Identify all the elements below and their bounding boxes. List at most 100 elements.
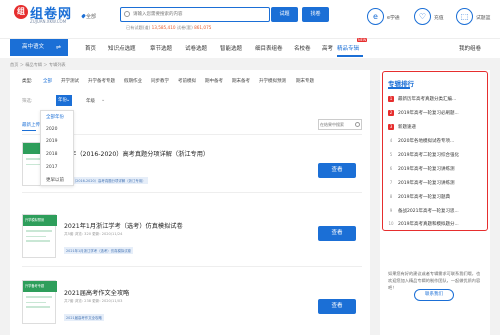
year-option-all[interactable]: 全部年份 (46, 114, 64, 120)
nav-spec-table[interactable]: 细目表组卷 (255, 44, 283, 52)
divider (22, 192, 362, 193)
divider (22, 266, 362, 267)
type-filter-mock[interactable]: 考前模拟 (178, 78, 196, 84)
nav-paper[interactable]: 试卷选题 (185, 44, 207, 52)
album-meta: 共5套 浏览: 320 更新: 2020/11/24 (64, 232, 123, 236)
type-filter-sync[interactable]: 同步教学 (151, 78, 169, 84)
grade-dropdown[interactable]: 年级 (86, 98, 95, 104)
year-option-2019[interactable]: 2019 (46, 139, 57, 144)
year-dropdown-menu (40, 110, 74, 186)
ranking-item[interactable]: 最新历年高考真题分类汇编... (398, 96, 456, 102)
album-title[interactable]: 2021年1月浙江学考（选考）仿真模拟试卷 (64, 221, 183, 230)
rank-number: 8 (389, 194, 393, 199)
ranking-item[interactable]: 2019年高考真题和模拟题分... (398, 221, 459, 227)
type-filter-final[interactable]: 期末备考 (232, 78, 250, 84)
site-stats: 已有试题(道) 13,585,410 试卷(套) 861,075 (126, 25, 211, 31)
rank-number: 1 (388, 96, 394, 102)
view-album-button[interactable]: 查看 (318, 226, 356, 241)
breadcrumb[interactable]: 首页 ＞ 精品专辑 ＞ 专辑列表 (10, 62, 66, 68)
ranking-item[interactable]: 2019年高考一轮复习必刷题... (398, 110, 459, 116)
nav-famous-school[interactable]: 名校卷 (294, 44, 311, 52)
sort-latest[interactable]: 最新上传 (22, 122, 40, 128)
recharge-link[interactable]: 充值 (434, 14, 444, 21)
year-option-2020[interactable]: 2020 (46, 127, 57, 132)
cover-line (26, 301, 46, 303)
type-filter-holiday[interactable]: 假期作业 (124, 78, 142, 84)
album-tag[interactable]: 2021届高考作文全攻略 (64, 314, 104, 321)
album-tag[interactable]: 五年（2016-2020）高考真题分项详解（浙江专用） (64, 177, 148, 184)
nav-active-indicator (337, 55, 363, 57)
nav-chapter[interactable]: 章节选题 (150, 44, 172, 52)
main-nav (0, 38, 500, 58)
logo-icon[interactable]: 组 (14, 5, 28, 19)
ranking-item[interactable]: 2019年高考二轮复习综合强化 (398, 152, 459, 158)
ranking-item[interactable]: 2019年高考一轮复习讲练测 (398, 180, 454, 186)
album-cover[interactable]: 升学模拟预测 (22, 214, 57, 258)
type-filter-all[interactable]: 全部 (43, 78, 52, 84)
cover-line (26, 230, 52, 232)
album-cover-band: 升学模拟预测 (23, 215, 57, 226)
sidebar-note: 如果您有好的建议或者专辑需求可联系我们哦，也欢迎您加入精品专辑的制作团队，一起做… (388, 271, 481, 290)
album-meta: 共7套 浏览: 238 更新: 2020/11/03 (64, 299, 123, 303)
ranking-title-underline (388, 87, 410, 89)
nav-my-papers[interactable]: 我的组卷 (459, 44, 481, 52)
nav-knowledge[interactable]: 知识点选题 (108, 44, 136, 52)
album-title[interactable]: 五年（2016-2020）高考真题分项详解（浙江专用） (64, 149, 209, 158)
ranking-item[interactable]: 2020年各地模拟试卷专项... (398, 138, 454, 144)
search-icon[interactable] (355, 122, 360, 127)
type-filter-exam-prep[interactable]: 升学备考专题 (88, 78, 115, 84)
rank-number: 10 (388, 221, 394, 226)
stats-questions: 13,585,410 (151, 25, 176, 30)
filter-label: 筛选: (22, 99, 33, 104)
contact-us-button[interactable]: 联系我们 (414, 289, 454, 301)
album-title[interactable]: 2021届高考作文全攻略 (64, 288, 129, 297)
basket-icon[interactable]: ⬚ (456, 8, 473, 25)
ranking-item[interactable]: 备战2021年高考一轮复习思... (398, 208, 459, 214)
e-learning-icon[interactable]: e (367, 8, 384, 25)
ranking-item[interactable]: 新题速递 (398, 124, 416, 130)
view-album-button[interactable]: 查看 (318, 163, 356, 178)
year-option-2017[interactable]: 2017 (46, 165, 57, 170)
basket-link[interactable]: 试题篮 (476, 14, 490, 21)
ranking-item[interactable]: 2019年高考一轮复习题典 (398, 194, 450, 200)
nav-smart[interactable]: 智能选题 (220, 44, 242, 52)
logo-subtitle: ZUJUAN.XKW.COM (30, 19, 67, 24)
nav-gaokao[interactable]: 高考 (322, 44, 333, 52)
find-papers-button[interactable]: 找卷 (302, 7, 329, 22)
chevron-down-icon[interactable]: ⌄ (66, 95, 70, 106)
album-cover-band: 升学备考专题 (23, 281, 57, 292)
chevron-down-icon[interactable]: ⌄ (101, 97, 105, 103)
rank-number: 5 (389, 152, 393, 157)
rank-number: 7 (389, 180, 393, 185)
e-learning-link[interactable]: e学通 (387, 14, 400, 21)
sort-active-indicator (22, 130, 36, 131)
album-cover[interactable]: 升学备考专题 (22, 280, 57, 324)
type-filter-final-topic[interactable]: 期末专题 (296, 78, 314, 84)
nav-premium-albums[interactable]: 精品专辑 (337, 44, 359, 52)
stats-prefix: 已有试题(道) (126, 25, 151, 30)
type-filter-opening[interactable]: 开学测试 (61, 78, 79, 84)
album-tag[interactable]: 2021年1月浙江学考（选考）仿真模拟试卷 (64, 247, 134, 254)
search-questions-button[interactable]: 试题 (271, 7, 298, 22)
type-filter-label: 类型: (22, 79, 33, 84)
year-option-earlier[interactable]: 更早以前 (46, 177, 64, 183)
type-filter-midterm[interactable]: 期中备考 (205, 78, 223, 84)
search-icon (124, 11, 130, 17)
ranking-highlight-box (382, 71, 488, 231)
switch-icon[interactable]: ⇌ (56, 39, 61, 56)
stats-mid: 试卷(套) (176, 25, 193, 30)
new-badge: NEW (357, 38, 368, 42)
search-input[interactable] (133, 8, 263, 20)
rank-number: 3 (388, 124, 394, 130)
result-search-input[interactable] (320, 120, 352, 129)
cover-line (26, 296, 52, 298)
region-selector[interactable]: 全部 (86, 13, 96, 20)
year-option-2018[interactable]: 2018 (46, 152, 57, 157)
recharge-icon[interactable]: ♡ (414, 8, 431, 25)
nav-home[interactable]: 首页 (85, 44, 96, 52)
view-album-button[interactable]: 查看 (318, 299, 356, 314)
ranking-item[interactable]: 2019年高考一轮复习讲练测 (398, 166, 454, 172)
cover-line (26, 240, 50, 242)
type-filter-predict[interactable]: 升学模拟预测 (259, 78, 286, 84)
cover-line (26, 306, 50, 308)
